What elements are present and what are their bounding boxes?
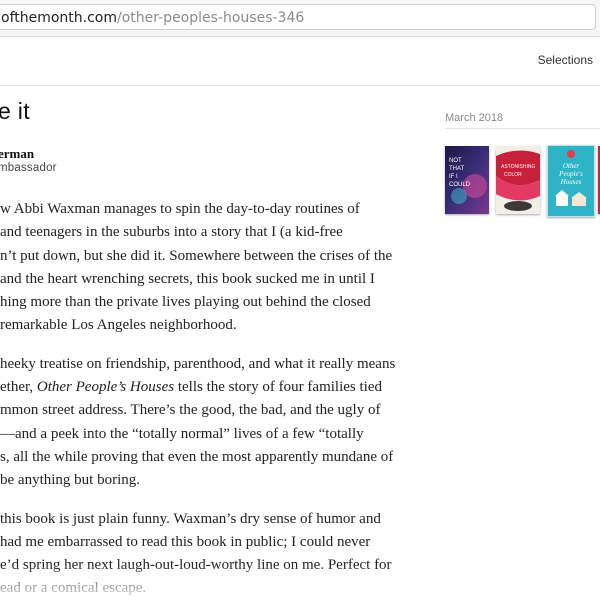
cover-title-text: NOT [449,158,462,164]
url-path: /other-peoples-houses-346 [117,10,305,26]
month-label: March 2018 [445,112,504,124]
text-line: hing more than the private lives playing… [0,294,371,311]
browser-address-bar: ofthemonth.com/other-peoples-houses-346 [0,0,600,37]
text-line: had me embarrassed to read this book in … [0,533,371,550]
text-line: —and a peek into the “totally normal” li… [0,425,364,442]
text-line: n’t put down, but she did it. Somewhere … [0,247,393,264]
text-line: be anything but boring. [0,472,140,489]
svg-text:Houses: Houses [560,178,582,186]
text-line: and the heart wrenching secrets, this bo… [0,270,375,287]
paragraph: heeky treatise on friendship, parenthood… [0,353,410,493]
site-header: Selections [0,37,600,86]
text-line-start: ether, [0,379,37,396]
cover-art: Other People's Houses [548,146,594,216]
text-line: heeky treatise on friendship, parenthood… [0,355,396,372]
cover-title-text: ASTONISHING [501,164,535,170]
book-cover-1[interactable]: NOT THAT IF I COULD [445,146,489,214]
paragraph: w Abbi Waxman manages to spin the day-to… [0,198,410,338]
text-line: ead or a comical escape. [0,580,147,597]
text-line: e’d spring her next laugh-out-loud-worth… [0,557,392,574]
text-line: w Abbi Waxman manages to spin the day-to… [0,201,360,217]
book-title-italic: Other People’s Houses [36,379,175,396]
book-cover-3[interactable]: Other People's Houses [547,145,595,217]
cover-art: ASTONISHING COLOR [496,146,540,214]
svg-text:COLOR: COLOR [504,172,522,178]
url-domain: ofthemonth.com [1,10,118,26]
text-line: s, all the while proving that even the m… [0,448,394,465]
text-line: and teenagers in the suburbs into a stor… [0,224,343,241]
text-line: this book is just plain funny. Waxman’s … [0,510,381,527]
text-line: ether, Other People’s Houses tells the s… [0,376,410,399]
text-line: mmon street address. There’s the good, t… [0,402,381,419]
author-role: mbassador [0,162,57,174]
svg-text:IF I: IF I [449,174,458,180]
cover-art: NOT THAT IF I COULD [445,146,489,214]
svg-text:People's: People's [558,170,583,178]
text-line: remarkable Los Angeles neighborhood. [0,317,237,334]
svg-text:THAT: THAT [449,166,465,172]
article-title: e it [0,98,30,124]
article-body: w Abbi Waxman manages to spin the day-to… [0,198,410,601]
nav-selections-link[interactable]: Selections [538,53,593,67]
text-line-end: tells the story of four families tied [174,379,382,396]
url-field[interactable]: ofthemonth.com/other-peoples-houses-346 [0,4,596,30]
paragraph: this book is just plain funny. Waxman’s … [0,508,410,601]
author-name[interactable]: erman [0,146,34,162]
svg-text:COULD: COULD [449,182,471,188]
book-cover-2[interactable]: ASTONISHING COLOR [496,146,540,214]
cover-title-text: Other [563,162,580,170]
divider [445,128,600,129]
